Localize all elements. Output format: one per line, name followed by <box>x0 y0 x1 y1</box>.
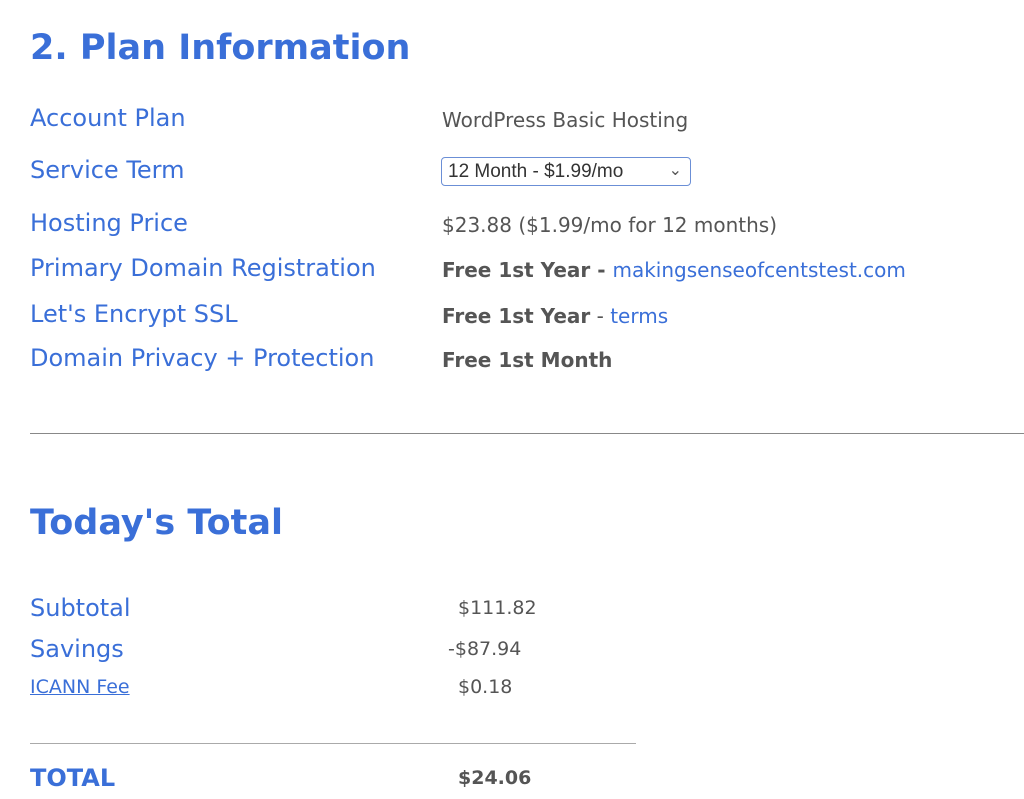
service-term-select[interactable]: 12 Month - $1.99/mo ⌄ <box>441 157 691 186</box>
account-plan-value: WordPress Basic Hosting <box>442 108 689 132</box>
privacy-value: Free 1st Month <box>442 348 613 372</box>
icann-fee-link[interactable]: ICANN Fee <box>30 676 130 698</box>
service-term-selected: 12 Month - $1.99/mo <box>448 161 624 182</box>
icann-fee-value: $0.18 <box>458 676 513 698</box>
total-label: TOTAL <box>30 764 116 792</box>
domain-link[interactable]: makingsenseofcentstest.com <box>612 258 905 282</box>
ssl-label: Let's Encrypt SSL <box>30 300 238 328</box>
ssl-value: Free 1st Year - terms <box>442 304 668 328</box>
subtotal-label: Subtotal <box>30 594 131 622</box>
savings-label: Savings <box>30 635 124 663</box>
total-divider <box>30 743 636 744</box>
hosting-price-label: Hosting Price <box>30 209 188 237</box>
total-value: $24.06 <box>458 767 532 789</box>
subtotal-value: $111.82 <box>458 597 537 619</box>
plan-information-heading: 2. Plan Information <box>30 28 411 68</box>
terms-link[interactable]: terms <box>610 304 668 328</box>
primary-domain-value: Free 1st Year - makingsenseofcentstest.c… <box>442 258 906 282</box>
ssl-separator: - <box>590 304 611 328</box>
primary-domain-free: Free 1st Year - <box>442 258 613 282</box>
chevron-down-icon: ⌄ <box>668 162 682 179</box>
hosting-price-value: $23.88 ($1.99/mo for 12 months) <box>442 213 778 237</box>
todays-total-heading: Today's Total <box>30 503 284 543</box>
account-plan-label: Account Plan <box>30 104 186 132</box>
primary-domain-label: Primary Domain Registration <box>30 254 376 282</box>
section-divider <box>30 433 1024 434</box>
service-term-label: Service Term <box>30 156 185 184</box>
savings-value: -$87.94 <box>448 638 522 660</box>
privacy-label: Domain Privacy + Protection <box>30 344 375 372</box>
ssl-free: Free 1st Year <box>442 304 591 328</box>
